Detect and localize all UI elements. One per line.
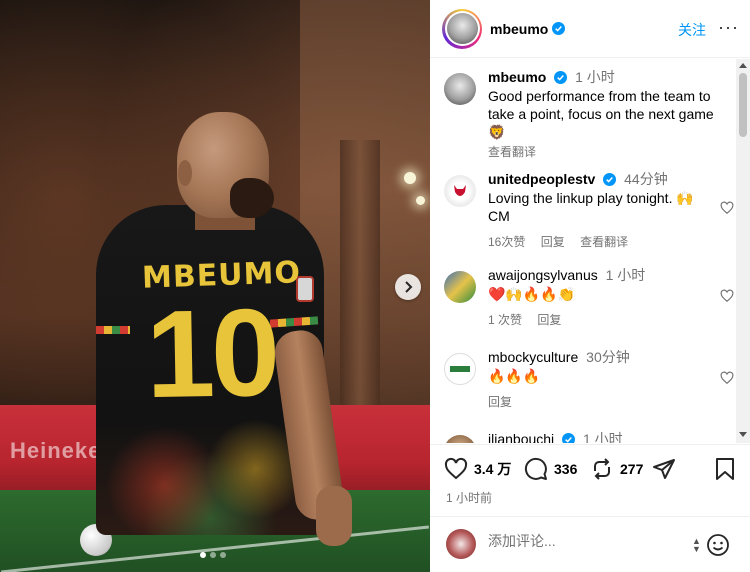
scroll-down-arrow-icon[interactable] [739,432,747,437]
save-button[interactable] [714,457,736,481]
add-comment-bar: ▲▼ [430,516,750,572]
like-count[interactable]: 16次赞 [488,235,525,249]
more-options-icon[interactable]: ··· [718,17,739,38]
player-ear [178,160,192,186]
author-username[interactable]: mbeumo [490,21,548,37]
stadium-light [416,196,425,205]
comment-header: awaijongsylvanus 1 小时 [488,265,714,285]
verified-icon [562,433,576,443]
like-heart-icon[interactable] [720,371,734,385]
post-side-panel: mbeumo 关注 ··· mbeumo 1 小时 Good performan… [430,0,750,572]
comment-header: ilianbouchi 1 小时 [488,429,714,443]
author-avatar[interactable] [442,8,482,49]
caption-header: mbeumo 1 小时 [488,67,714,87]
comment-time: 1 小时 [582,431,623,443]
post-photo: Heineken MBEUMO 10 [0,0,430,572]
comment-time: 1 小时 [575,69,615,85]
post-header: mbeumo 关注 ··· [430,0,750,58]
comment-username[interactable]: unitedpeoplestv [488,171,595,187]
input-spinner-icon: ▲ ▼ [692,536,701,554]
comment-icon [524,457,547,480]
avatar-border [444,11,480,46]
comment-username[interactable]: mbeumo [488,69,546,85]
comment-count: 336 [554,461,578,477]
comment-body: awaijongsylvanus 1 小时 ❤️🙌🔥🔥👏 1 次赞 回复 [488,265,714,328]
carousel-dot [220,552,226,558]
send-icon [653,459,675,479]
next-image-button[interactable] [395,274,421,300]
repost-button[interactable]: 277 [590,457,643,481]
repost-count: 277 [620,461,644,477]
repost-icon [594,458,610,480]
see-translation-link[interactable]: 查看翻译 [580,235,628,249]
comment-body: ilianbouchi 1 小时 [488,429,714,443]
avatar-logo [450,366,470,372]
avatar[interactable] [444,73,476,105]
scroll-up-arrow-icon[interactable] [739,63,747,68]
comment-text: ❤️🙌🔥🔥👏 [488,286,576,302]
post-actions: 3.4 万 336 277 1 小时前 [430,444,750,516]
follow-button[interactable]: 关注 [678,20,706,40]
background-pillar [340,140,380,410]
player-right-hand [316,486,352,546]
like-heart-icon[interactable] [720,289,734,303]
comment-body: mbockyculture 30分钟 🔥🔥🔥 回复 [488,347,714,410]
comments-scrollbar[interactable] [736,59,750,443]
like-count: 3.4 万 [474,461,512,477]
reply-button[interactable]: 回复 [541,235,565,249]
shirt-number: 10 [144,283,278,425]
comment-input[interactable] [488,533,688,549]
avatar[interactable] [444,353,476,385]
comment-meta: 1 次赞 回复 [488,311,714,328]
heart-icon [444,457,468,480]
comment-body: unitedpeoplestv 44分钟 Loving the linkup p… [488,169,714,250]
caption-body: mbeumo 1 小时 Good performance from the te… [488,67,714,160]
avatar[interactable] [444,435,476,443]
scrollbar-thumb[interactable] [739,73,747,137]
carousel-indicator [200,552,226,558]
avatar[interactable] [444,175,476,207]
current-user-avatar [446,529,476,559]
comment-text: Loving the linkup play tonight. 🙌CM [488,190,694,224]
post-time-ago: 1 小时前 [446,491,493,505]
player-beard [230,178,274,218]
avatar[interactable] [444,271,476,303]
devil-logo-icon [454,185,466,196]
chevron-right-icon [405,281,413,293]
caption-text: Good performance from the team to take a… [488,88,714,140]
emoji-icon[interactable] [706,533,730,557]
like-heart-icon[interactable] [720,201,734,215]
verified-icon [554,71,568,84]
see-translation-link[interactable]: 查看翻译 [488,143,714,160]
reply-button[interactable]: 回复 [488,395,512,409]
comments-list: mbeumo 1 小时 Good performance from the te… [430,59,736,443]
carousel-dot [200,552,206,558]
comment-meta: 回复 [488,393,714,410]
verified-icon [552,22,566,35]
reply-button[interactable]: 回复 [537,313,561,327]
comment-time: 1 小时 [605,267,646,283]
carousel-dot [210,552,216,558]
comment-username[interactable]: awaijongsylvanus [488,267,598,283]
bookmark-icon [716,458,734,480]
comment-time: 44分钟 [624,171,668,187]
avatar-image [446,13,478,44]
comment-meta: 16次赞 回复 查看翻译 [488,233,714,250]
verified-icon [603,173,617,186]
like-button[interactable]: 3.4 万 [444,457,511,481]
comment-text: 🔥🔥🔥 [488,368,541,384]
share-button[interactable] [652,457,676,481]
comment-username[interactable]: mbockyculture [488,349,578,365]
stadium-light [404,172,416,184]
comment-time: 30分钟 [586,349,630,365]
comment-button[interactable]: 336 [524,457,577,481]
comment-header: mbockyculture 30分钟 [488,347,714,367]
comment-header: unitedpeoplestv 44分钟 [488,169,714,189]
like-count[interactable]: 1 次赞 [488,313,522,327]
sleeve-band [96,326,130,334]
comment-username[interactable]: ilianbouchi [488,431,554,443]
